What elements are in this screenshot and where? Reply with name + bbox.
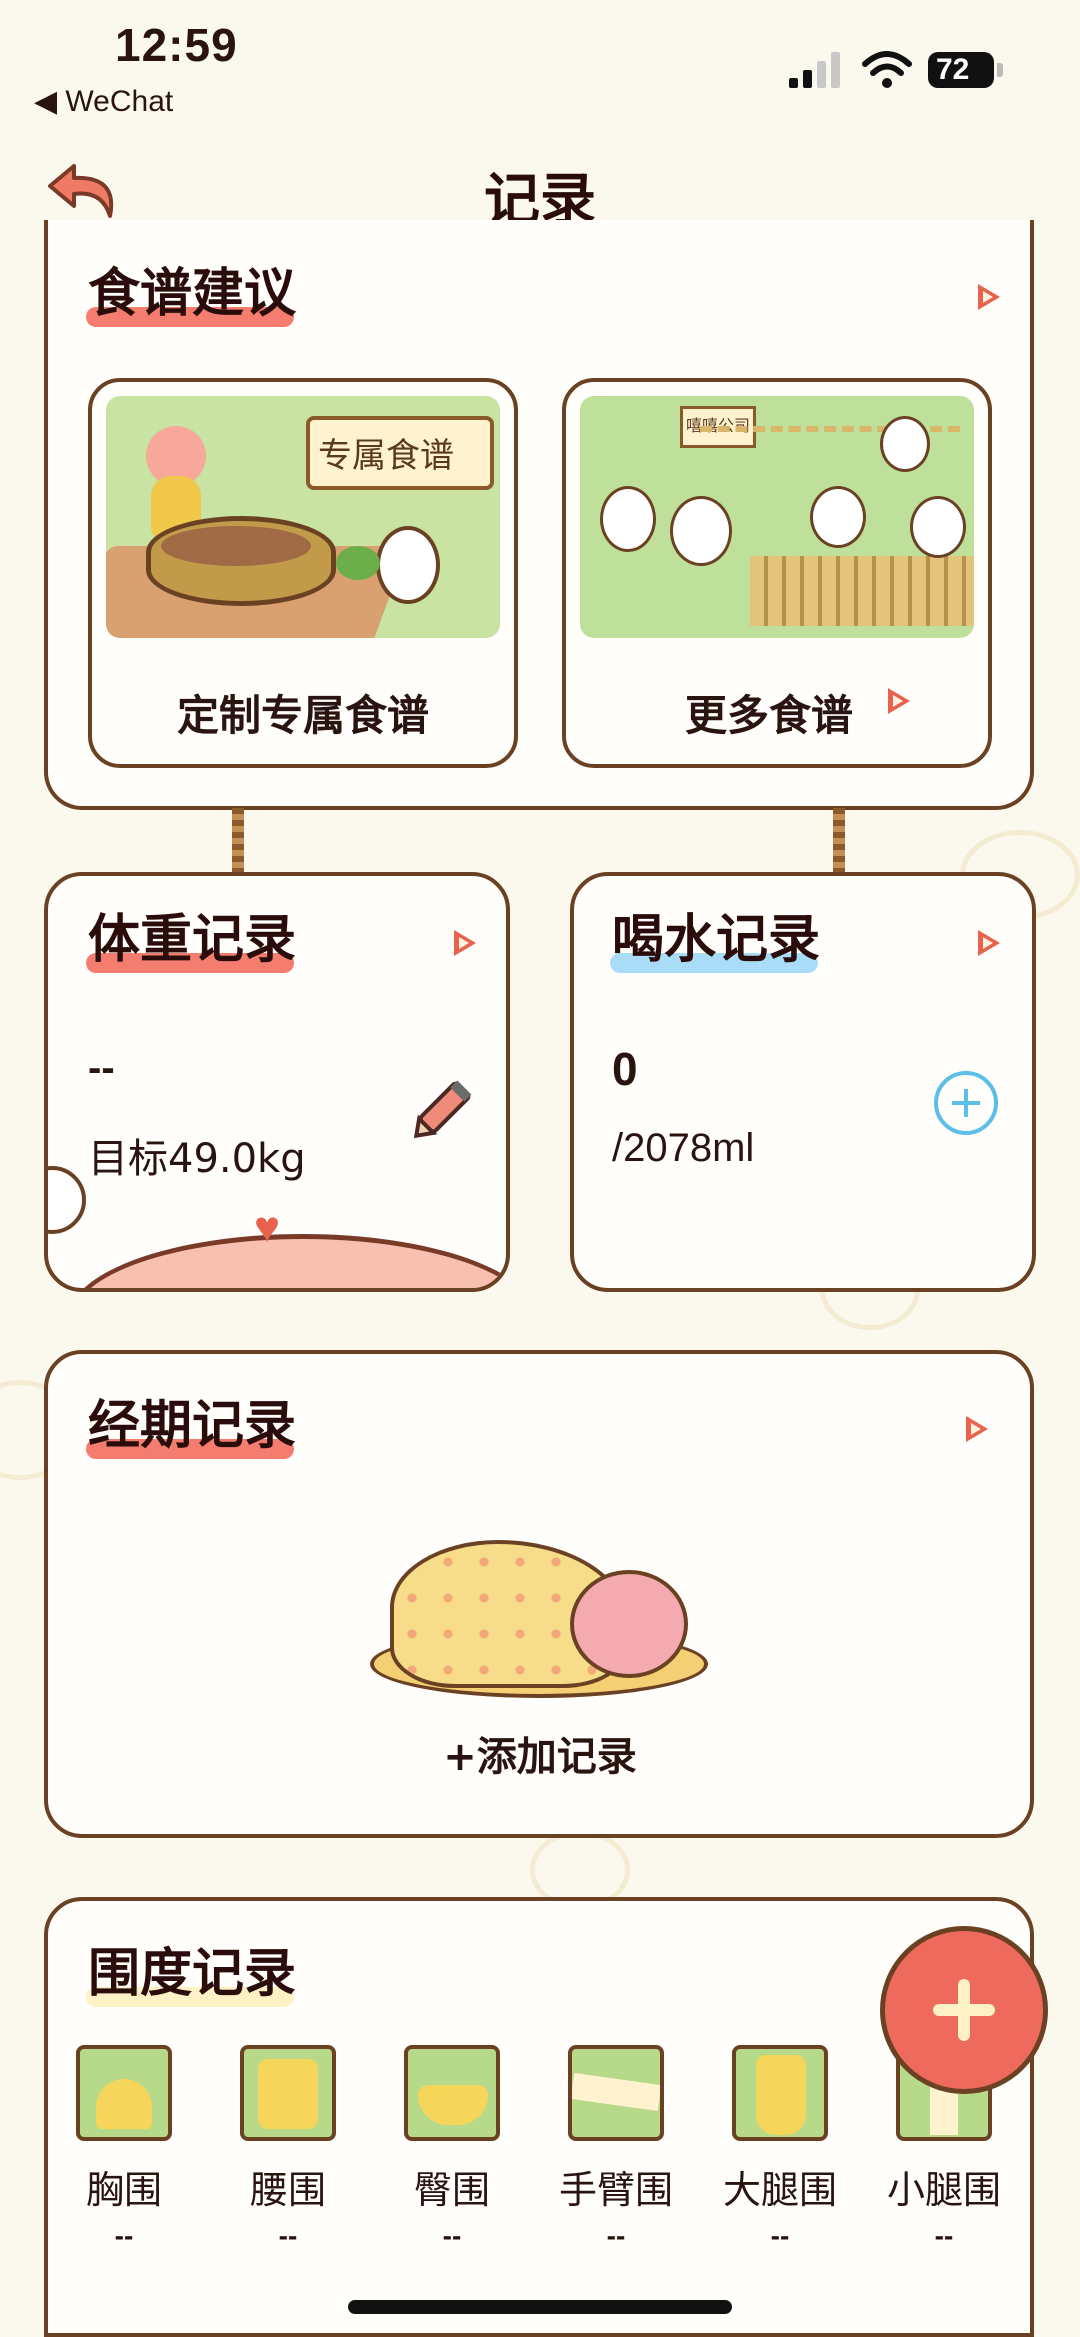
measure-value: --: [934, 2220, 954, 2251]
weight-value: --: [88, 1046, 115, 1090]
more-recipes-label: 更多食谱: [684, 691, 853, 740]
recipe-title: 食谱建议: [88, 264, 297, 324]
measure-arm[interactable]: 手臂围 --: [559, 2045, 673, 2252]
thigh-icon: [732, 2045, 828, 2141]
water-more-arrow[interactable]: [978, 930, 1000, 956]
weight-more-arrow[interactable]: [454, 930, 476, 956]
custom-recipe-label: 定制专属食谱: [176, 691, 429, 740]
sleeping-illustration: [370, 1530, 710, 1700]
water-title: 喝水记录: [612, 910, 821, 970]
measure-thigh[interactable]: 大腿围 --: [723, 2045, 837, 2252]
battery-icon: 72: [928, 52, 994, 88]
period-more-arrow[interactable]: [966, 1416, 988, 1442]
custom-recipe-illustration: 专属食谱: [106, 396, 500, 638]
recipe-more-arrow[interactable]: [978, 284, 1000, 310]
water-value: 0: [612, 1043, 638, 1095]
add-record-fab[interactable]: [880, 1926, 1048, 2094]
measure-value: --: [606, 2220, 626, 2251]
weight-title: 体重记录: [88, 910, 297, 970]
measure-value: --: [114, 2220, 134, 2251]
more-recipes-illustration: 嘻嘻公司: [580, 396, 974, 638]
measure-label: 腰围: [249, 2168, 326, 2212]
status-time: 12:59: [115, 19, 238, 71]
battery-level: 72: [936, 53, 970, 86]
add-period-record-button[interactable]: +添加记录: [0, 1724, 1080, 1782]
measure-label: 臀围: [413, 2168, 490, 2212]
measure-hip[interactable]: 臀围 --: [402, 2045, 502, 2252]
measure-label: 手臂围: [558, 2168, 673, 2212]
connector: [833, 808, 845, 874]
scale-illustration: [68, 1234, 506, 1288]
water-goal: /2078ml: [612, 1126, 755, 1170]
add-water-button[interactable]: [934, 1071, 998, 1135]
edit-weight-button[interactable]: [408, 1068, 484, 1144]
measure-waist[interactable]: 腰围 --: [238, 2045, 338, 2252]
connector: [232, 808, 244, 874]
measure-label: 大腿围: [722, 2168, 837, 2212]
heart-icon: ♥: [254, 1203, 281, 1252]
measure-value: --: [770, 2220, 790, 2251]
wifi-icon: [862, 50, 912, 90]
measure-label: 小腿围: [886, 2168, 1001, 2212]
battery-tip: [997, 63, 1003, 77]
home-indicator[interactable]: [348, 2300, 732, 2314]
weight-target: 目标49.0kg: [88, 1136, 306, 1182]
signal-icon: [787, 52, 845, 90]
waist-icon: [240, 2045, 336, 2141]
more-recipes-arrow: [888, 688, 910, 714]
more-recipes-card[interactable]: 嘻嘻公司 更多食谱: [562, 378, 992, 768]
hip-icon: [404, 2045, 500, 2141]
measure-value: --: [278, 2220, 298, 2251]
custom-recipe-card[interactable]: 专属食谱 定制专属食谱: [88, 378, 518, 768]
measure-label: 胸围: [85, 2168, 162, 2212]
chest-icon: [76, 2045, 172, 2141]
arm-icon: [568, 2045, 664, 2141]
period-title: 经期记录: [88, 1396, 297, 1456]
measurements-title: 围度记录: [88, 1944, 297, 2004]
pencil-icon: [413, 1080, 472, 1139]
measure-value: --: [442, 2220, 462, 2251]
measure-chest[interactable]: 胸围 --: [74, 2045, 174, 2252]
back-to-wechat[interactable]: ◀ WeChat: [34, 84, 173, 119]
sign-text: 专属食谱: [318, 436, 454, 476]
